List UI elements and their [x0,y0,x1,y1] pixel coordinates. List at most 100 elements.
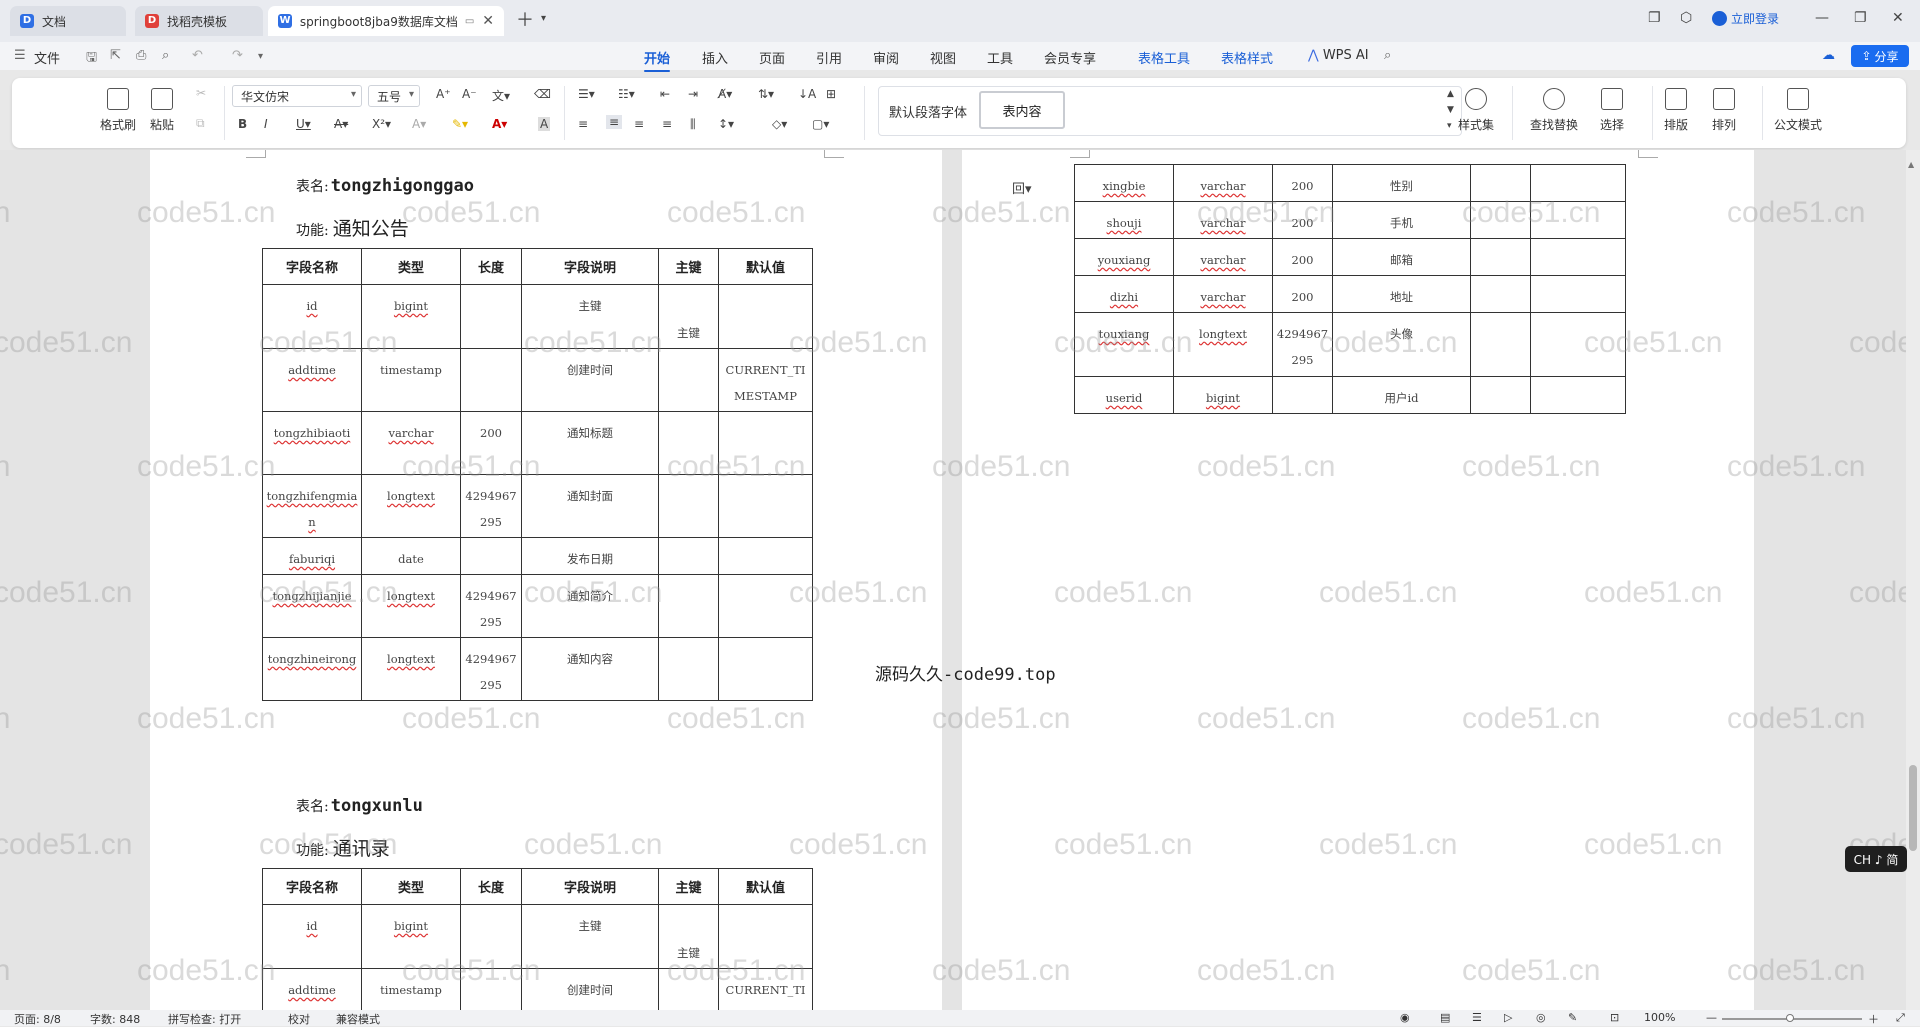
align-left-icon[interactable]: ≡ [578,117,588,131]
table-cell[interactable]: varchar [361,411,461,475]
table-cell[interactable]: addtime [262,348,362,412]
table-cell[interactable]: 200 [460,411,522,475]
table-cell[interactable]: varchar [1173,238,1273,276]
table-cell[interactable] [718,537,813,575]
text-effect-icon[interactable]: A▾ [412,117,426,131]
tab-daoke[interactable]: D 找稻壳模板 [135,6,263,36]
tab-member[interactable]: 会员专享 [1044,48,1096,67]
fit-icon[interactable]: ⊡ [1610,1011,1619,1024]
table-cell[interactable]: tongzhifengmian [262,474,362,538]
font-size-select[interactable]: 五号 ▾ [368,85,420,107]
table-cell[interactable]: 4294967295 [460,637,522,701]
table-cell[interactable]: 通知封面 [521,474,659,538]
cloud-upload-icon[interactable]: ☁ [1822,48,1835,63]
table-row[interactable]: xingbie varchar 200 性别 [1074,164,1626,202]
copy-icon[interactable]: ⧉ [196,116,205,131]
justify-icon[interactable]: ≡ [662,117,672,131]
table-cell[interactable]: 通知内容 [521,637,659,701]
bullets-icon[interactable]: ☰▾ [578,87,595,101]
italic-icon[interactable]: I [264,117,268,131]
tab-references[interactable]: 引用 [816,48,842,67]
table-row[interactable]: shouji varchar 200 手机 [1074,201,1626,239]
fullscreen-icon[interactable]: ⤢ [1896,1011,1905,1025]
zoom-slider-knob[interactable] [1786,1014,1794,1022]
shading-icon[interactable]: ◇▾ [772,117,787,131]
table-cell[interactable] [718,474,813,538]
share-button[interactable]: ⇪ 分享 [1851,45,1909,67]
table-cell[interactable] [718,637,813,701]
table-row[interactable]: userid bigint 用户id [1074,376,1626,414]
table-cell[interactable]: dizhi [1074,275,1174,313]
distribute-icon[interactable]: ⫼ [690,117,696,132]
page-view-icon[interactable]: ▤ [1440,1011,1450,1024]
line-spacing-icon[interactable]: ↕▾ [718,117,734,131]
tab-review[interactable]: 审阅 [873,48,899,67]
expand-icon[interactable]: ▾ [1447,121,1452,131]
table-row[interactable]: id bigint 主键 主键 [262,284,813,349]
table-cell[interactable] [1530,164,1626,202]
numbering-icon[interactable]: ☷▾ [618,87,635,101]
table-cell[interactable]: 创建时间 [521,968,659,1010]
undo-icon[interactable]: ↶ [192,48,203,63]
table-cell[interactable]: 头像 [1332,312,1471,377]
table-cell[interactable]: CURRENT_TIMESTAMP [718,348,813,412]
table-cell[interactable]: faburiqi [262,537,362,575]
table-row[interactable]: tongzhineirong longtext 4294967295 通知内容 [262,637,813,701]
table-cell[interactable] [718,904,813,969]
file-menu[interactable]: 文件 [34,48,60,67]
tab-table-tools[interactable]: 表格工具 [1138,48,1190,67]
table-cell[interactable]: 邮箱 [1332,238,1471,276]
table-row[interactable]: addtime timestamp 创建时间 CURRENT_TIMESTAMP [262,348,813,412]
table-cell[interactable]: varchar [1173,201,1273,239]
table-row[interactable]: tongzhibiaoti varchar 200 通知标题 [262,411,813,475]
print-icon[interactable]: ⎙ [136,48,146,63]
table-cell[interactable] [1530,312,1626,377]
table-cell[interactable]: userid [1074,376,1174,414]
table-cell[interactable]: timestamp [361,348,461,412]
tab-page[interactable]: 页面 [759,48,785,67]
tab-tools[interactable]: 工具 [987,48,1013,67]
vertical-scrollbar[interactable]: ▲ [1906,150,1920,1010]
table-cell[interactable] [658,474,719,538]
table-row[interactable]: youxiang varchar 200 邮箱 [1074,238,1626,276]
table-cell[interactable]: varchar [1173,275,1273,313]
page-count[interactable]: 页面: 8/8 [14,1011,61,1027]
table-cell[interactable]: 主键 [521,904,659,969]
table-cell[interactable]: 创建时间 [521,348,659,412]
word-count[interactable]: 字数: 848 [90,1011,140,1027]
find-replace-button[interactable]: 查找替换 [1530,88,1578,133]
format-painter-button[interactable]: 格式刷 [100,88,136,133]
zoom-out-icon[interactable]: — [1706,1011,1717,1024]
zoom-in-icon[interactable]: ＋ [1868,1011,1879,1027]
save-icon[interactable]: 🖫 [86,48,97,70]
table-cell[interactable]: youxiang [1074,238,1174,276]
table-cell[interactable] [1470,376,1531,414]
table-cell[interactable]: timestamp [361,968,461,1010]
strikethrough-icon[interactable]: A▾ [334,117,348,131]
table-cell[interactable] [1530,376,1626,414]
table-cell[interactable]: 通知简介 [521,574,659,638]
table-cell[interactable] [1530,201,1626,239]
borders-icon[interactable]: ▢▾ [812,117,829,131]
table-cell[interactable]: 200 [1272,238,1333,276]
tab-table-style[interactable]: 表格样式 [1221,48,1273,67]
bold-icon[interactable]: B [238,117,247,131]
table-cell[interactable]: 200 [1272,201,1333,239]
tab-insert[interactable]: 插入 [702,48,728,67]
eye-icon[interactable]: ◉ [1400,1011,1410,1024]
table-cell[interactable]: bigint [361,904,461,969]
table-cell[interactable]: shouji [1074,201,1174,239]
document-page-right[interactable]: 回▾ xingbie varchar 200 性别 shouji varchar 200 手机… [962,150,1754,1010]
paste-button[interactable]: 粘贴 [150,88,174,133]
table-cell[interactable]: 手机 [1332,201,1471,239]
table-cell[interactable]: xingbie [1074,164,1174,202]
text-direction-icon[interactable]: A̸▾ [718,87,732,101]
table-cell[interactable]: 主键 [658,904,719,969]
export-icon[interactable]: ⇱ [110,48,121,63]
table-cell[interactable] [658,968,719,1010]
table-cell[interactable]: tongzhibiaoti [262,411,362,475]
official-mode-button[interactable]: 公文模式 [1774,88,1822,133]
customize-icon[interactable]: ▾ [258,51,263,62]
scroll-up-icon[interactable]: ▲ [1908,160,1914,169]
table-cell[interactable] [718,574,813,638]
